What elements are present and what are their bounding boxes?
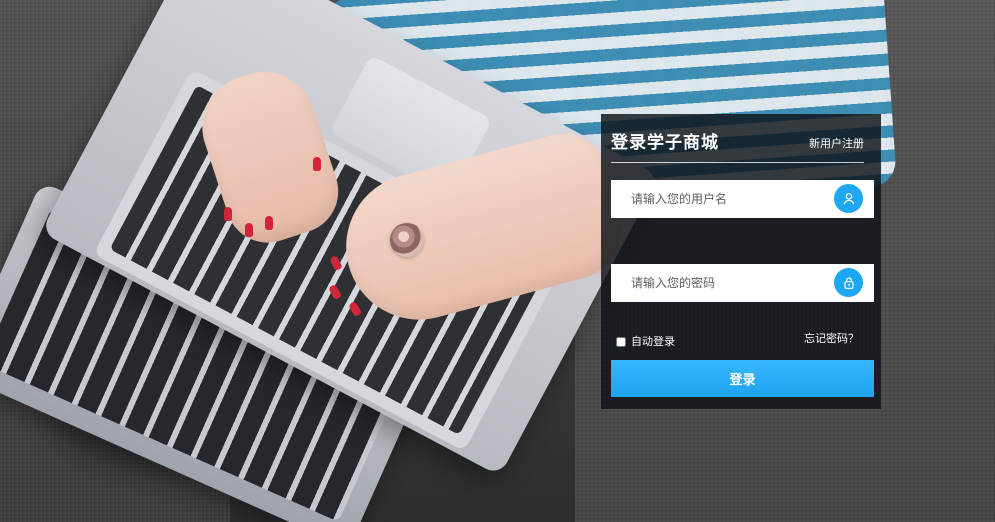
remember-login[interactable]: 自动登录 <box>616 336 675 348</box>
header-divider <box>611 162 864 163</box>
background-nail <box>245 223 253 237</box>
password-field[interactable] <box>611 264 874 302</box>
lock-icon <box>834 268 863 297</box>
remember-label: 自动登录 <box>631 335 675 348</box>
forgot-password-link[interactable]: 忘记密码？ <box>804 333 859 345</box>
login-panel: 登录学子商城 新用户注册 请输入您的用户名 自动登录 忘记密码？ 登录 <box>601 114 881 409</box>
login-options-row: 自动登录 忘记密码？ <box>611 330 864 350</box>
login-button[interactable]: 登录 <box>611 360 874 397</box>
user-icon <box>834 184 863 213</box>
background-nail <box>265 216 273 230</box>
register-link[interactable]: 新用户注册 <box>809 137 864 151</box>
login-header: 登录学子商城 新用户注册 <box>611 133 864 177</box>
login-title: 登录学子商城 <box>611 133 719 153</box>
background-nail <box>224 207 232 221</box>
login-screen: 登录学子商城 新用户注册 请输入您的用户名 自动登录 忘记密码？ 登录 <box>0 0 995 522</box>
username-field[interactable] <box>611 180 874 218</box>
remember-checkbox[interactable] <box>616 337 626 347</box>
background-nail <box>313 157 321 171</box>
background-ring <box>390 223 424 257</box>
